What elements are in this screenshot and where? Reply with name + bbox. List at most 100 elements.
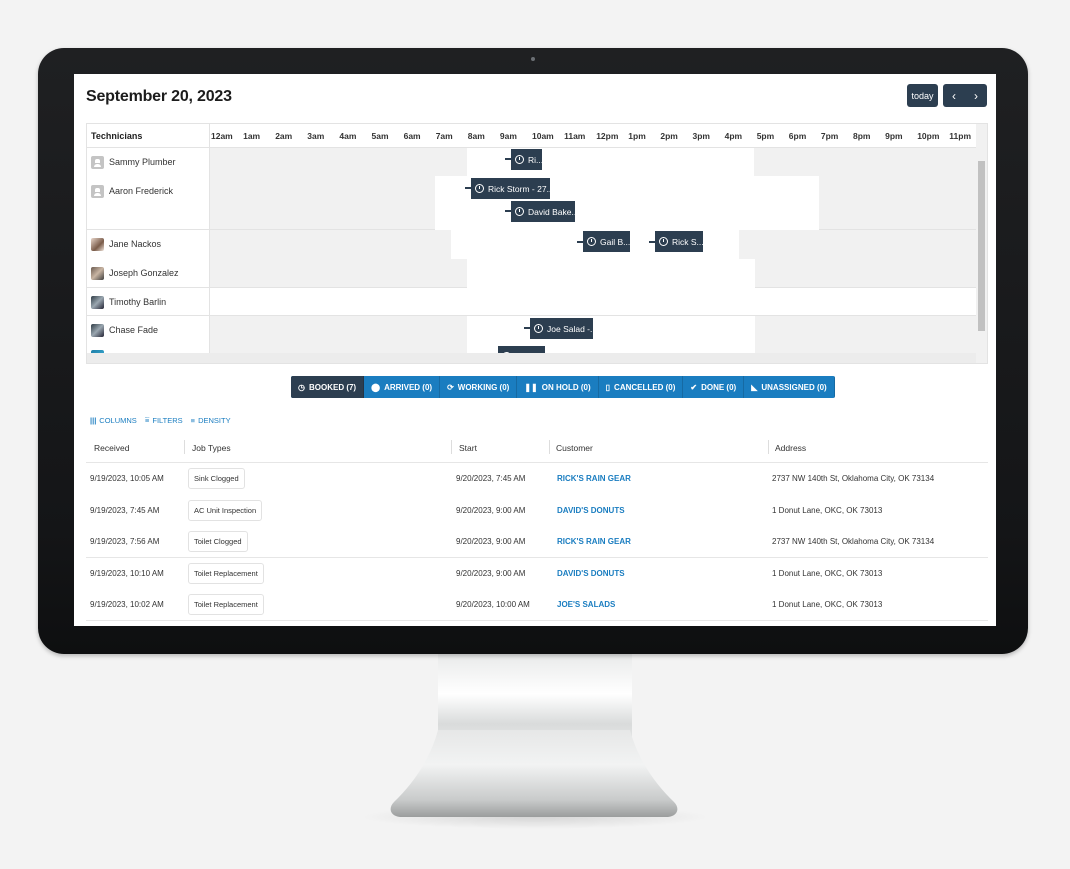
jobs-table: Received Job Types Start Customer Addres… [86,431,988,621]
technician-timothy-barlin[interactable]: Timothy Barlin [91,294,166,310]
event-block[interactable]: Rick Storm - 27... [471,178,550,199]
customer-link[interactable]: RICK'S RAIN GEAR [557,537,631,546]
technician-joseph-gonzalez[interactable]: Joseph Gonzalez [91,265,179,281]
cell-received: 9/19/2023, 7:45 AM [90,505,160,515]
hour-label: 12pm [596,131,619,141]
prev-day-button[interactable]: ‹ [943,84,965,107]
page-title: September 20, 2023 [86,88,232,105]
avatar-icon [91,266,104,280]
vertical-scrollbar[interactable] [976,124,987,363]
hour-label: 10pm [917,131,940,141]
grid-toolbar: ||| COLUMNS ⩸ FILTERS ≡ DENSITY [90,415,231,425]
timeline-lane[interactable] [210,288,977,315]
scrollbar-thumb[interactable] [978,161,985,331]
event-block[interactable]: Joe Salad -... [530,318,593,339]
status-tabs: ◷ BOOKED (7) ⬤ ARRIVED (0) ⟳ WORKING (0) ❚❚ ON … [291,376,835,398]
technician-name: Joseph Gonzalez [109,268,179,278]
status-tab-booked[interactable]: ◷ BOOKED (7) [291,376,365,398]
app-screen: September 20, 2023 today ‹ › Technicians… [74,74,996,626]
cell-address: 1 Donut Lane, OKC, OK 73013 [772,505,883,515]
density-label: DENSITY [198,415,231,425]
event-block[interactable]: Ri... [511,149,542,170]
technician-jane-nackos[interactable]: Jane Nackos [91,236,161,252]
clock-icon [515,207,524,216]
cell-received: 9/19/2023, 7:56 AM [90,537,160,546]
technician-sammy-plumber[interactable]: Sammy Plumber [91,154,176,170]
check-circle-icon: ✔ [690,382,698,392]
status-tab-working[interactable]: ⟳ WORKING (0) [440,376,518,398]
avatar-icon [91,237,104,251]
cell-start: 9/20/2023, 9:00 AM [456,537,526,546]
event-block[interactable]: Rick S... [655,231,703,252]
customer-link[interactable]: DAVID'S DONUTS [557,506,625,515]
hour-label: 6pm [788,131,807,141]
table-row[interactable]: 9/19/2023, 10:10 AM Toilet Replacement 9/2… [86,558,988,590]
customer-link[interactable]: DAVID'S DONUTS [557,569,625,578]
trash-icon: ▯ [605,382,611,392]
column-header-address[interactable]: Address [775,443,806,453]
filters-button[interactable]: ⩸ FILTERS [145,415,183,425]
webcam-dot [531,57,535,61]
status-tab-label: UNASSIGNED (0) [761,382,827,392]
event-block[interactable]: David Bake... [511,201,575,222]
technician-chase-fade[interactable]: Chase Fade [91,322,158,338]
hour-label: 1pm [628,131,646,141]
customer-link[interactable]: JOE'S SALADS [557,600,615,609]
avatar-icon [91,295,104,309]
customer-link[interactable]: RICK'S RAIN GEAR [557,474,631,483]
column-header-received[interactable]: Received [94,443,129,453]
column-header-customer[interactable]: Customer [556,443,593,453]
column-header-job-types[interactable]: Job Types [192,443,231,453]
status-tab-done[interactable]: ✔ DONE (0) [683,376,745,398]
timeline-lane[interactable] [210,316,977,356]
hour-label: 3pm [692,131,710,141]
technician-scheduler: Technicians 12am 1am 2am 3am 4am 5am 6am 7am 8am… [86,123,988,364]
status-tab-cancelled[interactable]: ▯ CANCELLED (0) [599,376,684,398]
column-header-start[interactable]: Start [459,443,477,453]
cell-start: 9/20/2023, 9:00 AM [456,568,526,578]
scheduler-row-group: Sammy Plumber Aaron Frederick Ri... Rick… [87,148,977,230]
table-row[interactable]: 9/19/2023, 7:56 AM Toilet Clogged 9/20/202… [86,526,988,558]
technician-name: Chase Fade [109,325,159,335]
filter-icon: ⩸ [144,415,150,424]
columns-button[interactable]: ||| COLUMNS [90,415,137,425]
job-type-chip: Toilet Clogged [188,531,248,552]
next-day-button[interactable]: › [965,84,987,107]
status-tab-label: DONE (0) [701,382,737,392]
cell-received: 9/19/2023, 10:02 AM [90,600,164,609]
cell-start: 9/20/2023, 10:00 AM [456,600,530,609]
table-row[interactable]: 9/19/2023, 7:45 AM AC Unit Inspection 9/20… [86,495,988,527]
monitor-mockup: September 20, 2023 today ‹ › Technicians… [0,0,1070,869]
table-row[interactable]: 9/19/2023, 10:02 AM Toilet Replacement 9/2… [86,589,988,621]
clock-icon: ◷ [298,382,305,392]
table-header: Received Job Types Start Customer Addres… [86,431,988,463]
today-button[interactable]: today [907,84,938,107]
status-tab-on-hold[interactable]: ❚❚ ON HOLD (0) [517,376,599,398]
sync-icon: ⟳ [447,382,454,392]
horizontal-scrollbar[interactable] [87,353,977,363]
event-block[interactable]: Gail B... [583,231,630,252]
status-tab-label: ARRIVED (0) [384,382,433,392]
scheduler-row: Chase Fade Joe Salad -... David... [87,316,977,363]
technician-aaron-frederick[interactable]: Aaron Frederick [91,183,173,199]
hour-label: 8am [467,131,485,141]
density-button[interactable]: ≡ DENSITY [191,415,231,425]
hour-label: 4pm [724,131,743,141]
status-tab-label: BOOKED (7) [308,382,357,392]
columns-icon: ||| [90,415,97,425]
clock-icon [659,237,668,246]
cell-start: 9/20/2023, 9:00 AM [456,505,526,515]
scheduler-row: Timothy Barlin [87,288,977,316]
table-row[interactable]: 9/19/2023, 10:05 AM Sink Clogged 9/20/2023… [86,463,988,495]
status-tab-unassigned[interactable]: ◣ UNASSIGNED (0) [744,376,835,398]
status-tab-label: WORKING (0) [457,382,510,392]
status-tab-label: ON HOLD (0) [541,382,591,392]
map-pin-icon: ⬤ [371,382,381,392]
status-tab-arrived[interactable]: ⬤ ARRIVED (0) [364,376,441,398]
cell-start: 9/20/2023, 7:45 AM [456,474,526,483]
hour-label: 11pm [949,131,972,141]
event-label: Rick S... [672,236,703,247]
hour-label: 9am [499,131,517,141]
timeline-lane[interactable] [210,148,977,230]
hour-label: 1am [243,131,261,141]
